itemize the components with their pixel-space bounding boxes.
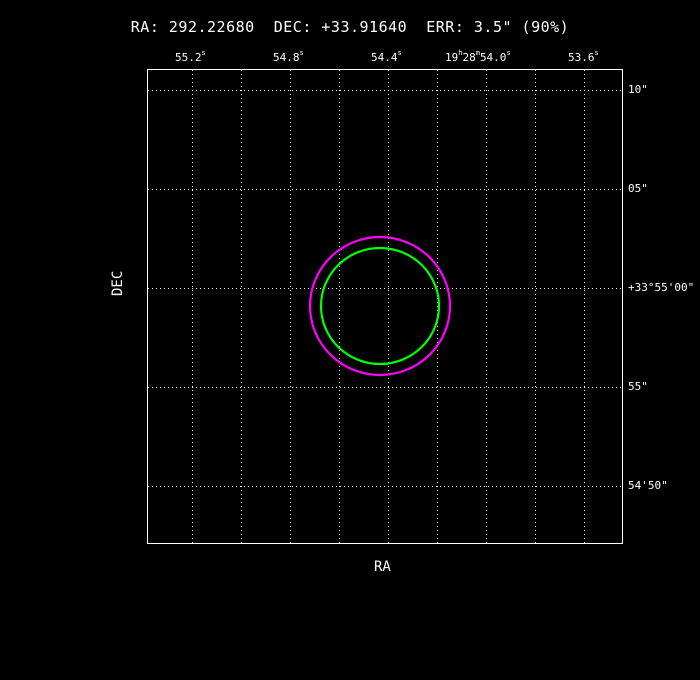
x-axis-label: RA [374,559,391,575]
right-tick-2: +33°55'00" [628,281,695,294]
right-tick-1: 05" [628,182,648,195]
plot-frame [147,69,623,544]
right-tick-0: 10" [628,83,648,96]
magenta-circle [308,235,452,377]
top-tick-4: 53.6s [568,49,599,64]
top-tick-3: 19h28m54.0s [445,49,511,64]
right-tick-3: 55" [628,380,648,393]
y-axis-label: DEC [110,270,126,296]
grid-lines [148,70,622,543]
top-tick-0: 55.2s [175,49,206,64]
top-tick-2: 54.4s [371,49,402,64]
finder-chart [147,69,623,544]
right-tick-4: 54'50" [628,479,668,492]
error-circles [308,235,452,377]
top-tick-1: 54.8s [273,49,304,64]
green-circle [319,246,441,366]
